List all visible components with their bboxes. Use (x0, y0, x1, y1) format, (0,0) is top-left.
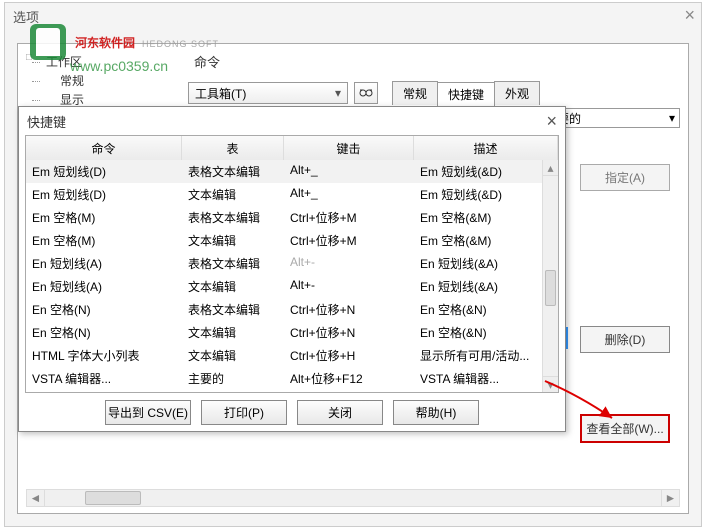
column-table[interactable]: 表 (182, 136, 284, 161)
chevron-down-icon: ▾ (335, 86, 341, 100)
cell-command: En 空格(N) (26, 323, 182, 342)
cell-description: VSTA 编辑器... (414, 369, 542, 388)
cell-description: Em 空格(&M) (414, 208, 542, 227)
view-all-button[interactable]: 查看全部(W)... (580, 414, 670, 443)
dialog-title: 快捷键 (27, 112, 66, 131)
table-row[interactable]: HTML 字体大小列表文本编辑Ctrl+位移+H显示所有可用/活动... (26, 344, 542, 367)
table-row[interactable]: Em 空格(M)文本编辑Ctrl+位移+MEm 空格(&M) (26, 229, 542, 252)
shortcut-rows[interactable]: Em 短划线(D)表格文本编辑Alt+_Em 短划线(&D)Em 短划线(D)文… (26, 160, 542, 392)
print-button[interactable]: 打印(P) (201, 400, 287, 425)
search-icon[interactable] (354, 82, 378, 104)
tree-workspace[interactable]: 工作区 (26, 52, 176, 71)
cell-keystroke: Alt+- (284, 254, 414, 273)
cell-description: Em 短划线(&D) (414, 185, 542, 204)
chevron-down-icon: ▾ (669, 111, 675, 125)
cell-table: 主要的 (182, 369, 284, 388)
assign-button[interactable]: 指定(A) (580, 164, 670, 191)
cell-command: Em 短划线(D) (26, 185, 182, 204)
cell-keystroke: Ctrl+位移+N (284, 300, 414, 319)
shortcut-list-header: 命令 表 键击 描述 (26, 136, 558, 162)
options-tabs: 常规 快捷键 外观 (392, 81, 539, 105)
cell-command: HTML 字体大小列表 (26, 346, 182, 365)
scroll-right-icon[interactable]: ► (661, 490, 679, 506)
horizontal-scrollbar[interactable]: ◄ ► (26, 489, 680, 507)
table-row[interactable]: Em 短划线(D)表格文本编辑Alt+_Em 短划线(&D) (26, 160, 542, 183)
table-row[interactable]: En 短划线(A)文本编辑Alt+-En 短划线(&A) (26, 275, 542, 298)
cell-description: Em 空格(&M) (414, 231, 542, 250)
table-row[interactable]: En 短划线(A)表格文本编辑Alt+-En 短划线(&A) (26, 252, 542, 275)
cell-table: 文本编辑 (182, 185, 284, 204)
cell-keystroke: Alt+位移+F12 (284, 369, 414, 388)
tab-shortcut[interactable]: 快捷键 (437, 82, 495, 106)
cell-command: VSTA 编辑器... (26, 369, 182, 388)
vertical-scrollbar[interactable]: ▴ ▾ (542, 160, 558, 392)
cell-description: 显示所有可用/活动... (414, 346, 542, 365)
cell-table: 文本编辑 (182, 231, 284, 250)
table-row[interactable]: En 空格(N)表格文本编辑Ctrl+位移+NEn 空格(&N) (26, 298, 542, 321)
cell-command: Em 空格(M) (26, 231, 182, 250)
table-row[interactable]: Em 短划线(D)文本编辑Alt+_Em 短划线(&D) (26, 183, 542, 206)
tab-general[interactable]: 常规 (392, 81, 438, 105)
table-row[interactable]: VSTA 编辑器...主要的Alt+位移+F12VSTA 编辑器... (26, 367, 542, 390)
close-icon[interactable]: × (684, 5, 695, 26)
cell-table: 文本编辑 (182, 346, 284, 365)
cell-keystroke: Ctrl+位移+N (284, 323, 414, 342)
shortcut-dialog: 快捷键 × 命令 表 键击 描述 Em 短划线(D)表格文本编辑Alt+_Em … (18, 106, 566, 432)
cell-keystroke: Alt+_ (284, 185, 414, 204)
column-keystroke[interactable]: 键击 (284, 136, 414, 161)
cell-description: En 空格(&N) (414, 300, 542, 319)
cell-keystroke: Ctrl+位移+H (284, 346, 414, 365)
help-button[interactable]: 帮助(H) (393, 400, 479, 425)
cell-keystroke: Alt+_ (284, 162, 414, 181)
cell-table: 表格文本编辑 (182, 162, 284, 181)
toolbox-select[interactable]: 工具箱(T) ▾ (188, 82, 348, 104)
cell-command: Em 短划线(D) (26, 162, 182, 181)
scroll-thumb[interactable] (545, 270, 556, 306)
options-right-pane: 命令 工具箱(T) ▾ 常规 快捷键 外观 (188, 52, 680, 105)
toolbox-select-value: 工具箱(T) (195, 85, 246, 102)
table-row[interactable]: Em 空格(M)表格文本编辑Ctrl+位移+MEm 空格(&M) (26, 206, 542, 229)
command-heading: 命令 (194, 52, 680, 71)
cell-command: En 空格(N) (26, 300, 182, 319)
cell-table: 文本编辑 (182, 323, 284, 342)
cell-command: Em 空格(M) (26, 208, 182, 227)
tree-general[interactable]: 常规 (26, 71, 176, 90)
cell-description: Em 短划线(&D) (414, 162, 542, 181)
table-row[interactable]: ¼ Em 空格(E)表格文本编辑Ctrl+Alt+Space¼ Em 空格(&E… (26, 390, 542, 392)
delete-button[interactable]: 删除(D) (580, 326, 670, 353)
cell-description: En 短划线(&A) (414, 277, 542, 296)
cell-keystroke: Alt+- (284, 277, 414, 296)
window-title: 选项 (5, 3, 701, 30)
scroll-left-icon[interactable]: ◄ (27, 490, 45, 506)
cell-description: En 短划线(&A) (414, 254, 542, 273)
cell-table: 文本编辑 (182, 277, 284, 296)
cell-table: 表格文本编辑 (182, 208, 284, 227)
scroll-thumb[interactable] (85, 491, 141, 505)
table-row[interactable]: En 空格(N)文本编辑Ctrl+位移+NEn 空格(&N) (26, 321, 542, 344)
dialog-button-row: 导出到 CSV(E) 打印(P) 关闭 帮助(H) (19, 400, 565, 425)
cell-table: 表格文本编辑 (182, 300, 284, 319)
cell-table: 表格文本编辑 (182, 254, 284, 273)
cell-keystroke: Ctrl+位移+M (284, 208, 414, 227)
tab-appearance[interactable]: 外观 (494, 81, 540, 105)
cell-command: En 短划线(A) (26, 277, 182, 296)
close-button[interactable]: 关闭 (297, 400, 383, 425)
cell-keystroke: Ctrl+位移+M (284, 231, 414, 250)
cell-description: En 空格(&N) (414, 323, 542, 342)
dialog-close-icon[interactable]: × (546, 111, 557, 132)
scroll-down-icon[interactable]: ▾ (543, 376, 558, 392)
column-description[interactable]: 描述 (414, 136, 558, 161)
shortcut-list: 命令 表 键击 描述 Em 短划线(D)表格文本编辑Alt+_Em 短划线(&D… (25, 135, 559, 393)
scroll-up-icon[interactable]: ▴ (543, 160, 558, 176)
column-command[interactable]: 命令 (26, 136, 182, 161)
cell-command: En 短划线(A) (26, 254, 182, 273)
export-csv-button[interactable]: 导出到 CSV(E) (105, 400, 191, 425)
